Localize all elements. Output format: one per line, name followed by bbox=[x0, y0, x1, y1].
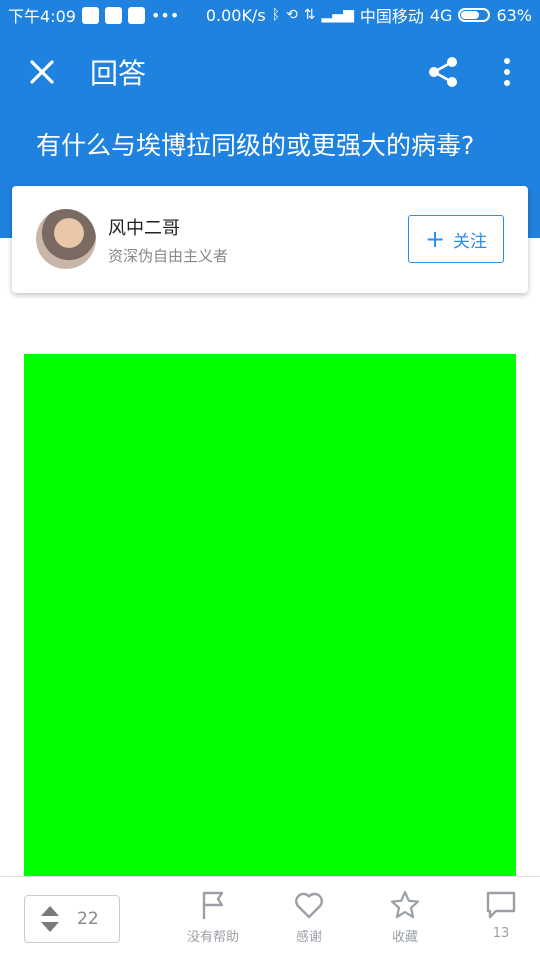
collect-button[interactable]: 收藏 bbox=[365, 889, 445, 945]
more-notifications-icon: ••• bbox=[150, 5, 180, 25]
status-left: 下午4:09 ••• bbox=[8, 3, 179, 27]
status-bar: 下午4:09 ••• 0.00K/s ᛒ ⟲ ⇅ ▂▄▆ 中国移动 4G 63% bbox=[0, 0, 540, 30]
answer-image[interactable] bbox=[24, 354, 516, 876]
share-button[interactable] bbox=[426, 54, 462, 90]
thanks-button[interactable]: 感谢 bbox=[269, 889, 349, 945]
follow-button[interactable]: + 关注 bbox=[408, 215, 504, 263]
follow-label: 关注 bbox=[453, 231, 488, 252]
close-icon bbox=[30, 60, 54, 84]
question-title[interactable]: 有什么与埃博拉同级的或更强大的病毒? bbox=[36, 126, 516, 162]
comment-icon bbox=[486, 891, 516, 919]
comment-count: 13 bbox=[492, 926, 510, 941]
vote-count: 22 bbox=[77, 909, 99, 929]
flag-icon bbox=[202, 891, 224, 919]
more-options-button[interactable] bbox=[494, 54, 520, 90]
qq-app-icon bbox=[104, 6, 122, 24]
battery-icon bbox=[458, 8, 491, 22]
battery-level bbox=[461, 11, 480, 19]
author-name[interactable]: 风中二哥 bbox=[108, 214, 180, 240]
close-button[interactable] bbox=[24, 54, 60, 90]
avatar[interactable] bbox=[36, 209, 96, 269]
heart-icon bbox=[295, 892, 323, 919]
comments-button[interactable]: 13 bbox=[461, 889, 540, 941]
thanks-label: 感谢 bbox=[295, 930, 322, 945]
signal-icon: ▂▄▆ bbox=[321, 7, 354, 23]
bottom-action-bar: 22 没有帮助 感谢 收藏 13 bbox=[0, 876, 540, 960]
page-title: 回答 bbox=[90, 57, 147, 90]
network-type: 4G bbox=[429, 5, 453, 25]
more-vert-icon bbox=[504, 58, 510, 86]
bluetooth-icon: ᛒ bbox=[271, 7, 281, 23]
author-bio: 资深伪自由主义者 bbox=[108, 247, 229, 265]
not-helpful-button[interactable]: 没有帮助 bbox=[173, 889, 253, 945]
vote-button[interactable]: 22 bbox=[24, 895, 120, 943]
network-speed: 0.00K/s bbox=[205, 5, 266, 25]
vibrate-icon: ⟲ bbox=[286, 7, 298, 23]
plus-icon: + bbox=[424, 225, 446, 253]
author-card: 风中二哥 资深伪自由主义者 + 关注 bbox=[12, 186, 528, 293]
collect-label: 收藏 bbox=[391, 930, 418, 945]
carrier-name: 中国移动 bbox=[359, 7, 424, 26]
status-time: 下午4:09 bbox=[8, 7, 76, 26]
star-icon bbox=[390, 890, 420, 919]
status-right: 0.00K/s ᛒ ⟲ ⇅ ▂▄▆ 中国移动 4G 63% bbox=[206, 3, 532, 27]
share-icon bbox=[429, 57, 457, 87]
battery-percent: 63% bbox=[496, 5, 532, 25]
not-helpful-label: 没有帮助 bbox=[186, 930, 239, 945]
weibo-app-icon bbox=[127, 6, 145, 24]
data-transfer-icon: ⇅ bbox=[303, 7, 316, 23]
vote-arrows-icon bbox=[41, 906, 59, 932]
security-app-icon bbox=[81, 6, 99, 24]
